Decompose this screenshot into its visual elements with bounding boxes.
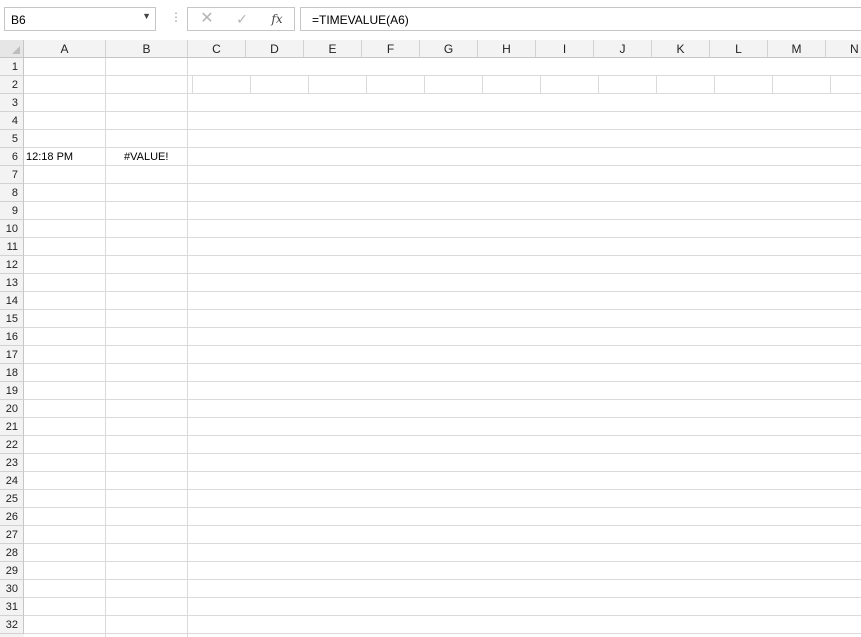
row-header[interactable]: 13 xyxy=(0,274,24,292)
row-header[interactable]: 22 xyxy=(0,436,24,454)
row-header[interactable]: 2 xyxy=(0,76,24,94)
worksheet: A B C D E F G H I J K L M N 1 2 3 4 5 6 … xyxy=(0,40,861,637)
select-all-icon[interactable] xyxy=(12,46,20,54)
row-header[interactable]: 32 xyxy=(0,616,24,634)
row-header[interactable]: 11 xyxy=(0,238,24,256)
row-header[interactable]: 25 xyxy=(0,490,24,508)
column-header-k[interactable]: K xyxy=(652,40,710,58)
row-header[interactable]: 4 xyxy=(0,112,24,130)
row-header[interactable]: 15 xyxy=(0,310,24,328)
name-box[interactable]: B6 ▼ xyxy=(4,7,156,31)
check-icon[interactable]: ✓ xyxy=(227,9,257,29)
row-header[interactable]: 7 xyxy=(0,166,24,184)
row-header[interactable]: 21 xyxy=(0,418,24,436)
row-header[interactable]: 3 xyxy=(0,94,24,112)
select-all-button[interactable] xyxy=(0,40,24,58)
row-header[interactable]: 26 xyxy=(0,508,24,526)
column-header-b[interactable]: B xyxy=(106,40,188,58)
chevron-down-icon[interactable]: ▼ xyxy=(142,11,151,21)
row-header[interactable]: 30 xyxy=(0,580,24,598)
column-header-i[interactable]: I xyxy=(536,40,594,58)
fx-icon[interactable]: fx xyxy=(262,9,292,29)
column-header-j[interactable]: J xyxy=(594,40,652,58)
formula-bar: B6 ▼ ⋮ ✕ ✓ fx =TIMEVALUE(A6) xyxy=(0,0,861,41)
row-header[interactable]: 6 xyxy=(0,148,24,166)
vertical-ellipsis-icon[interactable]: ⋮ xyxy=(170,10,182,24)
column-header-h[interactable]: H xyxy=(478,40,536,58)
row-header[interactable]: 28 xyxy=(0,544,24,562)
column-header-d[interactable]: D xyxy=(246,40,304,58)
row-header[interactable]: 12 xyxy=(0,256,24,274)
row-header[interactable]: 16 xyxy=(0,328,24,346)
row-header[interactable]: 18 xyxy=(0,364,24,382)
row-header[interactable]: 19 xyxy=(0,382,24,400)
row-header[interactable]: 9 xyxy=(0,202,24,220)
name-box-value[interactable]: B6 xyxy=(11,13,26,27)
row-header[interactable]: 8 xyxy=(0,184,24,202)
cell-grid[interactable]: 12:18 PM #VALUE! xyxy=(24,58,861,637)
column-headers: A B C D E F G H I J K L M N xyxy=(24,40,861,58)
row-header[interactable]: 5 xyxy=(0,130,24,148)
row-header[interactable]: 10 xyxy=(0,220,24,238)
row-header[interactable]: 31 xyxy=(0,598,24,616)
row-header[interactable]: 23 xyxy=(0,454,24,472)
column-header-e[interactable]: E xyxy=(304,40,362,58)
formula-buttons: ✕ ✓ fx xyxy=(187,7,295,31)
column-header-m[interactable]: M xyxy=(768,40,826,58)
row-headers: 1 2 3 4 5 6 7 8 9 10 11 12 13 14 15 16 1… xyxy=(0,58,24,637)
cell-b6[interactable]: #VALUE! xyxy=(124,148,168,166)
column-header-a[interactable]: A xyxy=(24,40,106,58)
grid-line xyxy=(105,58,106,637)
row-header[interactable]: 1 xyxy=(0,58,24,76)
row-header[interactable]: 29 xyxy=(0,562,24,580)
row-header[interactable]: 24 xyxy=(0,472,24,490)
column-header-l[interactable]: L xyxy=(710,40,768,58)
row-header[interactable]: 27 xyxy=(0,526,24,544)
formula-text[interactable]: =TIMEVALUE(A6) xyxy=(312,13,409,27)
cell-a6[interactable]: 12:18 PM xyxy=(26,148,73,166)
row-header[interactable]: 17 xyxy=(0,346,24,364)
column-header-g[interactable]: G xyxy=(420,40,478,58)
row-header[interactable]: 14 xyxy=(0,292,24,310)
row-header[interactable]: 20 xyxy=(0,400,24,418)
grid-line xyxy=(187,58,188,637)
column-header-c[interactable]: C xyxy=(188,40,246,58)
column-header-n[interactable]: N xyxy=(826,40,861,58)
formula-input[interactable]: =TIMEVALUE(A6) xyxy=(300,7,861,31)
column-header-f[interactable]: F xyxy=(362,40,420,58)
close-icon[interactable]: ✕ xyxy=(192,9,222,29)
